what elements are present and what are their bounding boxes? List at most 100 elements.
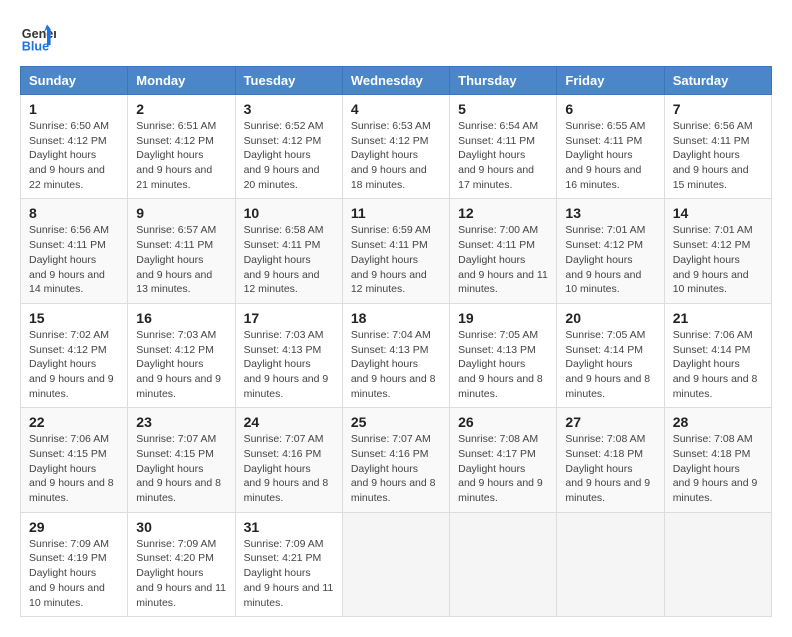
day-number: 4 [351, 101, 441, 117]
day-info: Sunrise: 7:08 AM Sunset: 4:17 PM Dayligh… [458, 432, 548, 505]
page-header: General Blue [20, 20, 772, 56]
day-number: 10 [244, 205, 334, 221]
day-number: 24 [244, 414, 334, 430]
calendar-cell: 3 Sunrise: 6:52 AM Sunset: 4:12 PM Dayli… [235, 95, 342, 199]
calendar-cell: 17 Sunrise: 7:03 AM Sunset: 4:13 PM Dayl… [235, 303, 342, 407]
logo-icon: General Blue [20, 20, 56, 56]
calendar-cell: 28 Sunrise: 7:08 AM Sunset: 4:18 PM Dayl… [664, 408, 771, 512]
day-number: 11 [351, 205, 441, 221]
day-number: 2 [136, 101, 226, 117]
day-number: 27 [565, 414, 655, 430]
day-info: Sunrise: 7:02 AM Sunset: 4:12 PM Dayligh… [29, 328, 119, 401]
day-info: Sunrise: 7:05 AM Sunset: 4:13 PM Dayligh… [458, 328, 548, 401]
day-number: 29 [29, 519, 119, 535]
day-number: 25 [351, 414, 441, 430]
calendar-cell: 1 Sunrise: 6:50 AM Sunset: 4:12 PM Dayli… [21, 95, 128, 199]
day-number: 16 [136, 310, 226, 326]
day-info: Sunrise: 7:09 AM Sunset: 4:20 PM Dayligh… [136, 537, 226, 610]
calendar-cell [450, 512, 557, 616]
calendar-cell: 22 Sunrise: 7:06 AM Sunset: 4:15 PM Dayl… [21, 408, 128, 512]
day-number: 21 [673, 310, 763, 326]
col-header-friday: Friday [557, 67, 664, 95]
col-header-monday: Monday [128, 67, 235, 95]
day-number: 12 [458, 205, 548, 221]
calendar-cell [557, 512, 664, 616]
day-info: Sunrise: 7:01 AM Sunset: 4:12 PM Dayligh… [673, 223, 763, 296]
calendar-cell: 18 Sunrise: 7:04 AM Sunset: 4:13 PM Dayl… [342, 303, 449, 407]
day-info: Sunrise: 7:07 AM Sunset: 4:15 PM Dayligh… [136, 432, 226, 505]
logo: General Blue [20, 20, 60, 56]
day-info: Sunrise: 6:50 AM Sunset: 4:12 PM Dayligh… [29, 119, 119, 192]
day-info: Sunrise: 7:00 AM Sunset: 4:11 PM Dayligh… [458, 223, 548, 296]
day-number: 5 [458, 101, 548, 117]
day-number: 28 [673, 414, 763, 430]
day-info: Sunrise: 6:55 AM Sunset: 4:11 PM Dayligh… [565, 119, 655, 192]
calendar-cell [342, 512, 449, 616]
day-info: Sunrise: 7:07 AM Sunset: 4:16 PM Dayligh… [351, 432, 441, 505]
day-info: Sunrise: 6:58 AM Sunset: 4:11 PM Dayligh… [244, 223, 334, 296]
calendar-table: SundayMondayTuesdayWednesdayThursdayFrid… [20, 66, 772, 617]
day-info: Sunrise: 7:05 AM Sunset: 4:14 PM Dayligh… [565, 328, 655, 401]
day-info: Sunrise: 7:08 AM Sunset: 4:18 PM Dayligh… [673, 432, 763, 505]
calendar-cell: 12 Sunrise: 7:00 AM Sunset: 4:11 PM Dayl… [450, 199, 557, 303]
day-info: Sunrise: 6:56 AM Sunset: 4:11 PM Dayligh… [673, 119, 763, 192]
day-number: 6 [565, 101, 655, 117]
calendar-cell: 13 Sunrise: 7:01 AM Sunset: 4:12 PM Dayl… [557, 199, 664, 303]
day-info: Sunrise: 7:03 AM Sunset: 4:12 PM Dayligh… [136, 328, 226, 401]
day-info: Sunrise: 7:04 AM Sunset: 4:13 PM Dayligh… [351, 328, 441, 401]
day-info: Sunrise: 7:07 AM Sunset: 4:16 PM Dayligh… [244, 432, 334, 505]
calendar-cell: 14 Sunrise: 7:01 AM Sunset: 4:12 PM Dayl… [664, 199, 771, 303]
calendar-cell: 5 Sunrise: 6:54 AM Sunset: 4:11 PM Dayli… [450, 95, 557, 199]
calendar-cell: 9 Sunrise: 6:57 AM Sunset: 4:11 PM Dayli… [128, 199, 235, 303]
day-info: Sunrise: 6:59 AM Sunset: 4:11 PM Dayligh… [351, 223, 441, 296]
calendar-cell: 6 Sunrise: 6:55 AM Sunset: 4:11 PM Dayli… [557, 95, 664, 199]
calendar-cell: 2 Sunrise: 6:51 AM Sunset: 4:12 PM Dayli… [128, 95, 235, 199]
calendar-cell: 16 Sunrise: 7:03 AM Sunset: 4:12 PM Dayl… [128, 303, 235, 407]
col-header-wednesday: Wednesday [342, 67, 449, 95]
day-number: 9 [136, 205, 226, 221]
calendar-cell: 29 Sunrise: 7:09 AM Sunset: 4:19 PM Dayl… [21, 512, 128, 616]
calendar-cell: 8 Sunrise: 6:56 AM Sunset: 4:11 PM Dayli… [21, 199, 128, 303]
calendar-cell: 30 Sunrise: 7:09 AM Sunset: 4:20 PM Dayl… [128, 512, 235, 616]
day-number: 3 [244, 101, 334, 117]
day-info: Sunrise: 7:09 AM Sunset: 4:19 PM Dayligh… [29, 537, 119, 610]
day-info: Sunrise: 7:06 AM Sunset: 4:14 PM Dayligh… [673, 328, 763, 401]
calendar-cell: 10 Sunrise: 6:58 AM Sunset: 4:11 PM Dayl… [235, 199, 342, 303]
day-info: Sunrise: 6:54 AM Sunset: 4:11 PM Dayligh… [458, 119, 548, 192]
calendar-cell: 7 Sunrise: 6:56 AM Sunset: 4:11 PM Dayli… [664, 95, 771, 199]
day-info: Sunrise: 6:57 AM Sunset: 4:11 PM Dayligh… [136, 223, 226, 296]
day-info: Sunrise: 6:51 AM Sunset: 4:12 PM Dayligh… [136, 119, 226, 192]
day-number: 14 [673, 205, 763, 221]
calendar-cell: 4 Sunrise: 6:53 AM Sunset: 4:12 PM Dayli… [342, 95, 449, 199]
day-info: Sunrise: 7:06 AM Sunset: 4:15 PM Dayligh… [29, 432, 119, 505]
day-number: 23 [136, 414, 226, 430]
day-info: Sunrise: 7:09 AM Sunset: 4:21 PM Dayligh… [244, 537, 334, 610]
day-number: 26 [458, 414, 548, 430]
day-number: 1 [29, 101, 119, 117]
day-number: 17 [244, 310, 334, 326]
calendar-cell: 25 Sunrise: 7:07 AM Sunset: 4:16 PM Dayl… [342, 408, 449, 512]
calendar-cell: 19 Sunrise: 7:05 AM Sunset: 4:13 PM Dayl… [450, 303, 557, 407]
day-info: Sunrise: 6:53 AM Sunset: 4:12 PM Dayligh… [351, 119, 441, 192]
day-number: 18 [351, 310, 441, 326]
day-number: 8 [29, 205, 119, 221]
day-info: Sunrise: 7:03 AM Sunset: 4:13 PM Dayligh… [244, 328, 334, 401]
day-number: 15 [29, 310, 119, 326]
day-number: 30 [136, 519, 226, 535]
day-number: 31 [244, 519, 334, 535]
day-number: 19 [458, 310, 548, 326]
col-header-saturday: Saturday [664, 67, 771, 95]
col-header-thursday: Thursday [450, 67, 557, 95]
day-info: Sunrise: 6:56 AM Sunset: 4:11 PM Dayligh… [29, 223, 119, 296]
calendar-cell [664, 512, 771, 616]
day-info: Sunrise: 7:08 AM Sunset: 4:18 PM Dayligh… [565, 432, 655, 505]
day-number: 20 [565, 310, 655, 326]
day-number: 22 [29, 414, 119, 430]
col-header-tuesday: Tuesday [235, 67, 342, 95]
day-info: Sunrise: 7:01 AM Sunset: 4:12 PM Dayligh… [565, 223, 655, 296]
calendar-cell: 23 Sunrise: 7:07 AM Sunset: 4:15 PM Dayl… [128, 408, 235, 512]
calendar-cell: 15 Sunrise: 7:02 AM Sunset: 4:12 PM Dayl… [21, 303, 128, 407]
calendar-cell: 27 Sunrise: 7:08 AM Sunset: 4:18 PM Dayl… [557, 408, 664, 512]
calendar-cell: 31 Sunrise: 7:09 AM Sunset: 4:21 PM Dayl… [235, 512, 342, 616]
day-number: 13 [565, 205, 655, 221]
